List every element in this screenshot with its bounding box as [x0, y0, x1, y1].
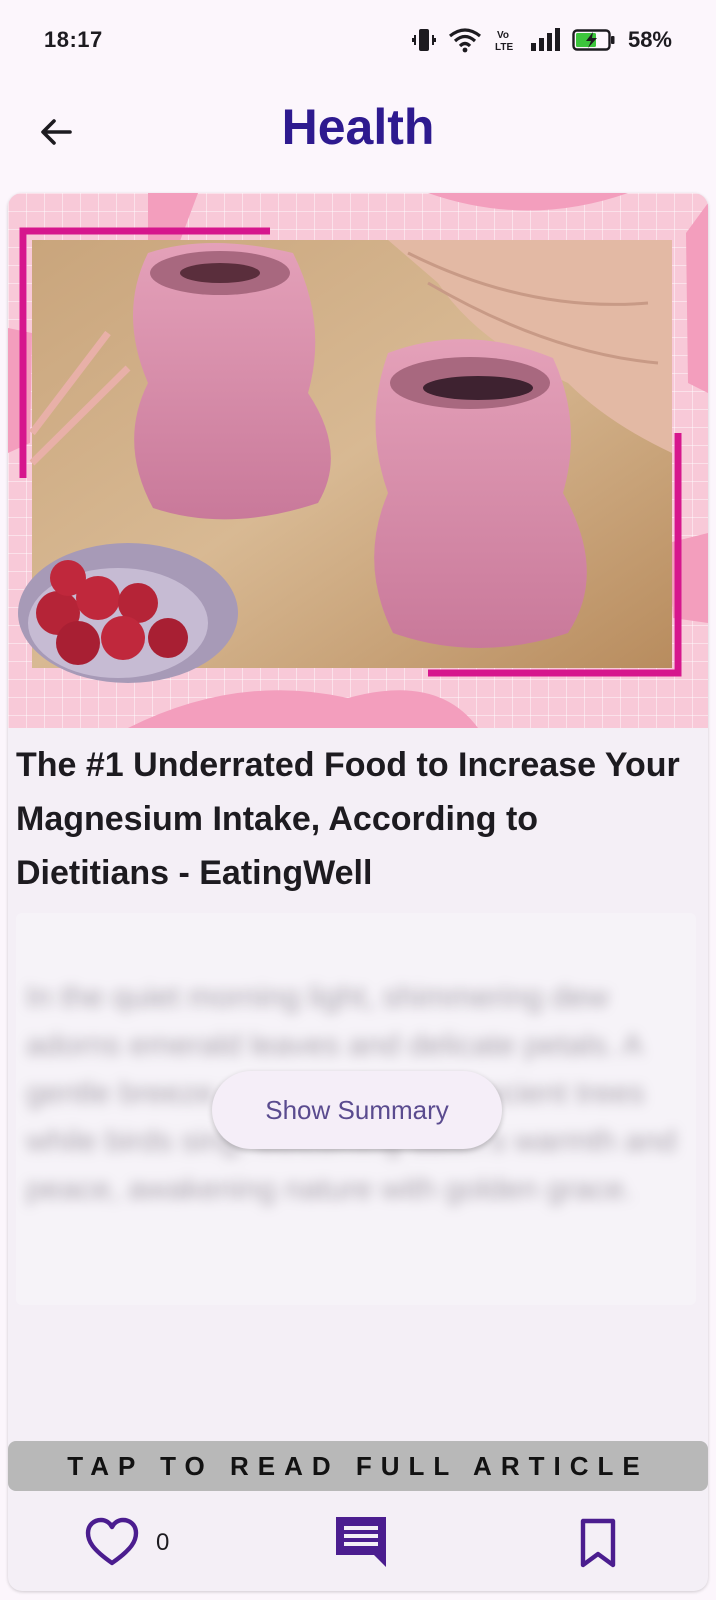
heart-icon: [85, 1517, 139, 1566]
battery-charging-icon: [572, 29, 615, 51]
comment-icon: [336, 1517, 386, 1567]
bookmark-button[interactable]: [568, 1513, 628, 1573]
signal-icon: [530, 28, 560, 51]
svg-text:LTE: LTE: [495, 42, 513, 53]
status-bar: 18:17 Vo LTE 58%: [0, 0, 716, 80]
like-count: 0: [156, 1529, 170, 1556]
smoothie-photo: [8, 193, 708, 728]
read-full-article-button[interactable]: TAP TO READ FULL ARTICLE: [8, 1441, 708, 1491]
svg-text:Vo: Vo: [497, 30, 509, 41]
battery-percent: 58%: [627, 27, 672, 52]
like-button[interactable]: [82, 1513, 142, 1573]
show-summary-button[interactable]: Show Summary: [212, 1071, 502, 1149]
article-title[interactable]: The #1 Underrated Food to Increase Your …: [16, 738, 696, 900]
page-title: Health: [281, 99, 435, 155]
app-bar: Health: [0, 80, 716, 180]
wifi-icon: [448, 28, 481, 53]
comment-button[interactable]: [330, 1511, 392, 1573]
article-hero-image[interactable]: [8, 193, 708, 728]
bookmark-icon: [580, 1518, 616, 1568]
volte-icon: Vo LTE: [495, 30, 513, 53]
vibrate-icon: [411, 29, 436, 51]
article-actions: 0: [8, 1493, 708, 1591]
status-icons: Vo LTE 58%: [411, 27, 672, 53]
article-card[interactable]: The #1 Underrated Food to Increase Your …: [8, 193, 708, 1591]
status-time: 18:17: [44, 27, 103, 52]
